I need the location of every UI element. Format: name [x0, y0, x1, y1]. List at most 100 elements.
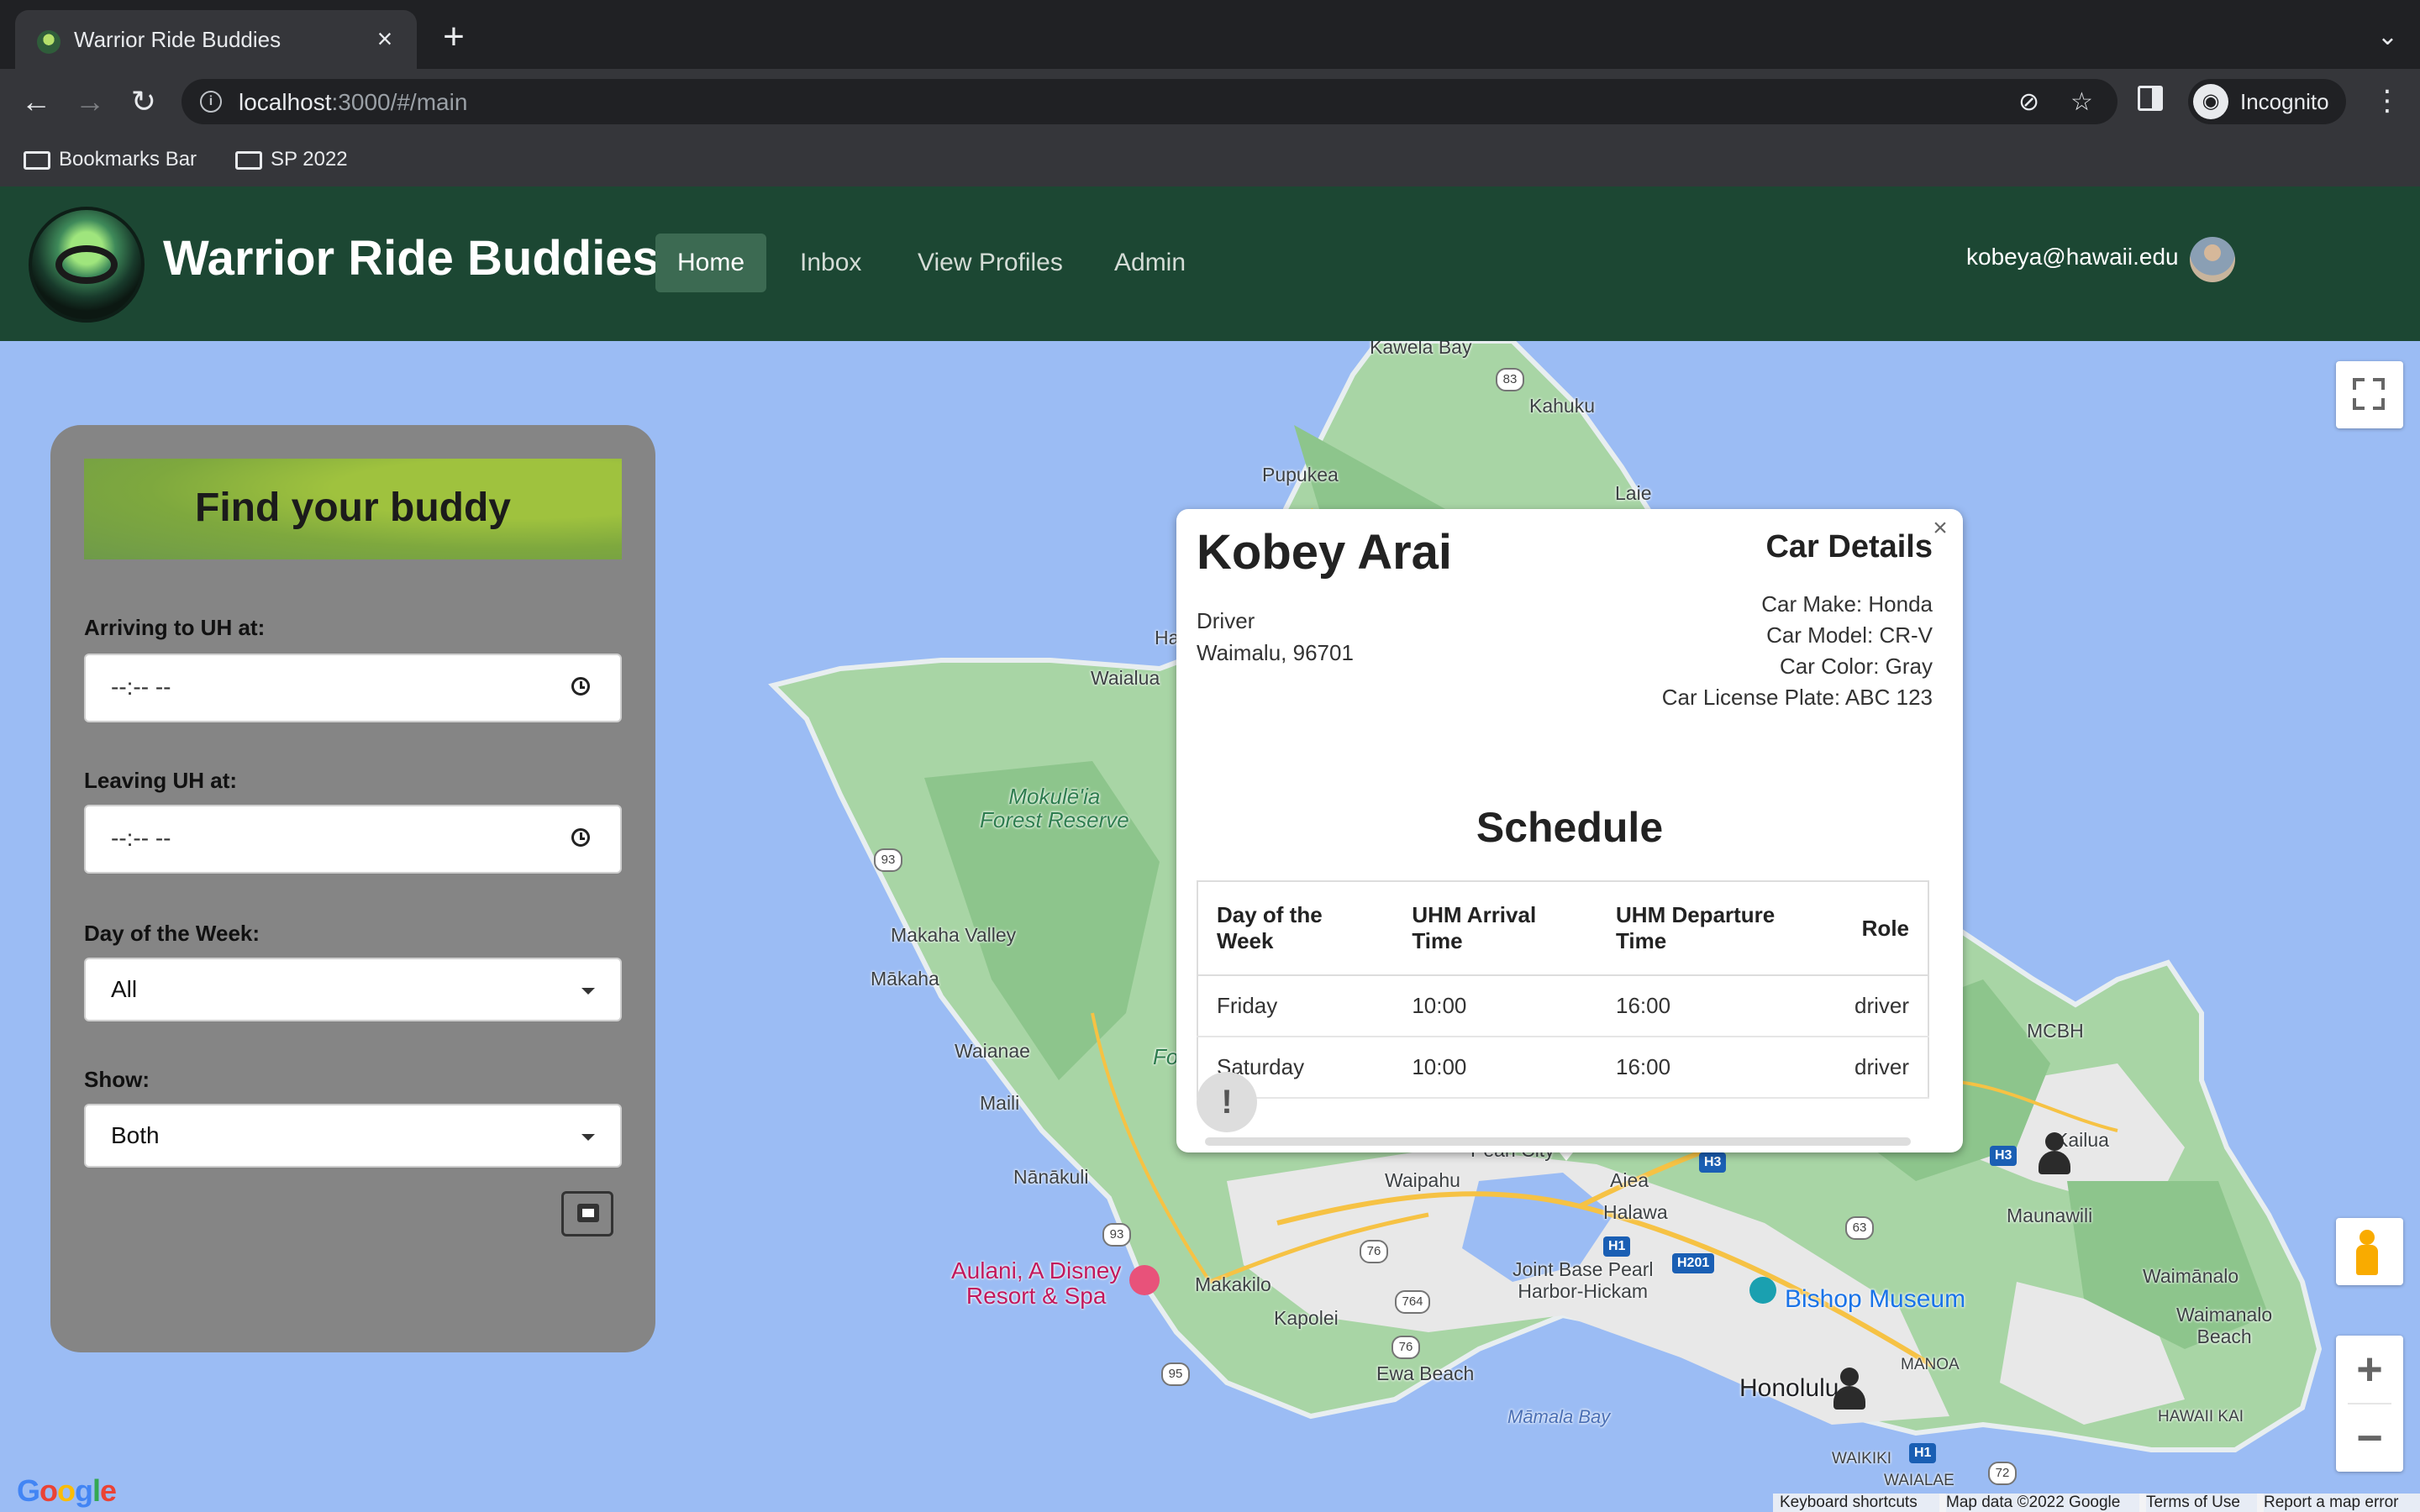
report-alert-button[interactable]: !: [1197, 1072, 1257, 1132]
browser-tabstrip: Warrior Ride Buddies × + ⌄: [0, 0, 2420, 69]
terms-of-use-link[interactable]: Terms of Use: [2139, 1494, 2264, 1512]
table-cell: 10:00: [1393, 975, 1598, 1037]
tab-close-icon[interactable]: ×: [368, 22, 402, 55]
horizontal-scrollbar[interactable]: [1205, 1137, 1911, 1146]
map-label-makaha: Mākaha: [871, 968, 939, 990]
zoom-in-button[interactable]: +: [2336, 1336, 2403, 1403]
url-text[interactable]: localhost:3000/#/main: [239, 89, 467, 116]
highway-shield: H3: [1699, 1152, 1727, 1173]
show-value: Both: [111, 1122, 160, 1148]
incognito-profile-button[interactable]: ◉ Incognito: [2188, 79, 2346, 124]
table-cell: 16:00: [1597, 1037, 1836, 1099]
map-label-makakilo: Makakilo: [1195, 1273, 1271, 1295]
user-email-dropdown[interactable]: kobeya@hawaii.edu: [1966, 244, 2179, 270]
filter-header: Find your buddy: [84, 459, 622, 559]
day-of-week-value: All: [111, 976, 138, 1002]
map-label-ha: Ha: [1155, 627, 1180, 648]
site-info-icon[interactable]: i: [200, 91, 222, 113]
report-map-error-link[interactable]: Report a map error: [2257, 1494, 2420, 1512]
map-label-waianae: Waianae: [955, 1040, 1030, 1062]
back-arrow-icon[interactable]: ←: [17, 82, 55, 121]
pegman-icon: [2360, 1230, 2375, 1245]
reload-icon[interactable]: ↻: [124, 82, 163, 121]
map-label-aulani[interactable]: Aulani, A Disney Resort & Spa: [951, 1258, 1121, 1309]
app-navbar: Warrior Ride Buddies Home Inbox View Pro…: [0, 186, 2420, 341]
show-select[interactable]: Both: [84, 1104, 622, 1168]
nav-admin[interactable]: Admin: [1092, 234, 1207, 292]
column-header: Role: [1835, 881, 1928, 976]
steering-wheel-icon: [55, 245, 118, 284]
bookmarks-bar: Bookmarks Bar SP 2022: [0, 134, 2420, 187]
incognito-label: Incognito: [2240, 89, 2329, 114]
eraser-icon: [577, 1204, 599, 1222]
car-color: Car Color: Gray: [1779, 654, 1933, 679]
map-label-nanakuli: Nānākuli: [1013, 1166, 1089, 1188]
map-label-kawela-bay: Kawela Bay: [1370, 341, 1472, 358]
warrior-logo[interactable]: [29, 207, 145, 323]
highway-shield: H201: [1672, 1253, 1715, 1273]
zoom-out-button[interactable]: −: [2336, 1404, 2403, 1472]
browser-menu-icon[interactable]: ⋮: [2373, 84, 2402, 118]
car-make: Car Make: Honda: [1761, 591, 1933, 617]
new-tab-button[interactable]: +: [435, 18, 472, 57]
route-shield: 95: [1161, 1362, 1190, 1386]
day-of-week-label: Day of the Week:: [84, 921, 260, 946]
map-label-pupukea: Pupukea: [1262, 464, 1339, 486]
star-bookmark-icon[interactable]: ☆: [2070, 87, 2093, 117]
buddy-marker-honolulu[interactable]: [1832, 1368, 1865, 1415]
nav-inbox[interactable]: Inbox: [778, 234, 883, 292]
buddy-marker-kailua[interactable]: [2037, 1132, 2070, 1179]
tab-title: Warrior Ride Buddies: [74, 27, 281, 52]
table-cell: Friday: [1197, 975, 1394, 1037]
clock-icon[interactable]: [571, 677, 590, 696]
clock-icon[interactable]: [571, 828, 590, 847]
map-label-ewa-beach: Ewa Beach: [1376, 1362, 1475, 1384]
forward-arrow-icon[interactable]: →: [71, 82, 109, 121]
map-label-mokuleia-forest: Mokulē'ia Forest Reserve: [980, 784, 1129, 832]
side-panel-icon[interactable]: [2138, 86, 2163, 111]
map-label-kahuku: Kahuku: [1529, 395, 1596, 417]
table-header-row: Day of the Week UHM Arrival Time UHM Dep…: [1197, 881, 1928, 976]
route-shield: 83: [1496, 368, 1524, 391]
browser-toolbar: ← → ↻ i localhost:3000/#/main ⊘ ☆ ◉ Inco…: [0, 69, 2420, 134]
highway-shield: H1: [1603, 1236, 1631, 1257]
keyboard-shortcuts-link[interactable]: Keyboard shortcuts: [1773, 1494, 1946, 1512]
map-label-laie: Laie: [1615, 482, 1652, 504]
map-label-honolulu: Honolulu: [1739, 1374, 1839, 1402]
filter-panel: Find your buddy Arriving to UH at: --:--…: [50, 425, 655, 1352]
map-label-halawa: Halawa: [1603, 1201, 1668, 1223]
table-cell: driver: [1835, 1037, 1928, 1099]
bookmark-folder-bookmarks-bar[interactable]: Bookmarks Bar: [17, 143, 197, 176]
nav-view-profiles[interactable]: View Profiles: [896, 234, 1085, 292]
clear-filters-button[interactable]: [561, 1191, 613, 1236]
route-shield: 76: [1392, 1336, 1420, 1359]
brand-title[interactable]: Warrior Ride Buddies: [163, 230, 660, 286]
eye-slash-icon[interactable]: ⊘: [2018, 87, 2039, 117]
bookmark-label: Bookmarks Bar: [59, 148, 197, 171]
bookmark-folder-sp-2022[interactable]: SP 2022: [229, 143, 348, 176]
map-label-bishop-museum: Bishop Museum: [1785, 1285, 1966, 1313]
map-label-makaha-valley: Makaha Valley: [891, 924, 1017, 946]
folder-icon: [235, 151, 262, 170]
nav-home[interactable]: Home: [655, 234, 767, 292]
leaving-label: Leaving UH at:: [84, 768, 238, 793]
highway-shield: H1: [1909, 1443, 1937, 1463]
leaving-time-value: --:-- --: [111, 825, 171, 851]
browser-tab[interactable]: Warrior Ride Buddies ×: [15, 10, 417, 69]
google-logo[interactable]: Google: [17, 1473, 117, 1509]
leaving-time-input[interactable]: --:-- --: [84, 805, 622, 874]
car-details-title: Car Details: [1765, 529, 1933, 564]
day-of-week-select[interactable]: All: [84, 958, 622, 1021]
filter-title: Find your buddy: [195, 486, 511, 530]
car-license-plate: Car License Plate: ABC 123: [1661, 685, 1933, 710]
address-bar[interactable]: i localhost:3000/#/main ⊘ ☆: [182, 79, 2118, 124]
map-label-manoa: MANOA: [1901, 1356, 1960, 1373]
tab-search-chevron-icon[interactable]: ⌄: [2377, 22, 2398, 51]
arriving-time-input[interactable]: --:-- --: [84, 654, 622, 722]
driver-role: Driver: [1197, 608, 1255, 633]
route-shield: 93: [874, 848, 902, 872]
user-avatar[interactable]: [2190, 237, 2235, 282]
tab-favicon-icon: [37, 30, 60, 54]
fullscreen-button[interactable]: [2336, 361, 2403, 428]
street-view-pegman[interactable]: [2336, 1218, 2403, 1285]
